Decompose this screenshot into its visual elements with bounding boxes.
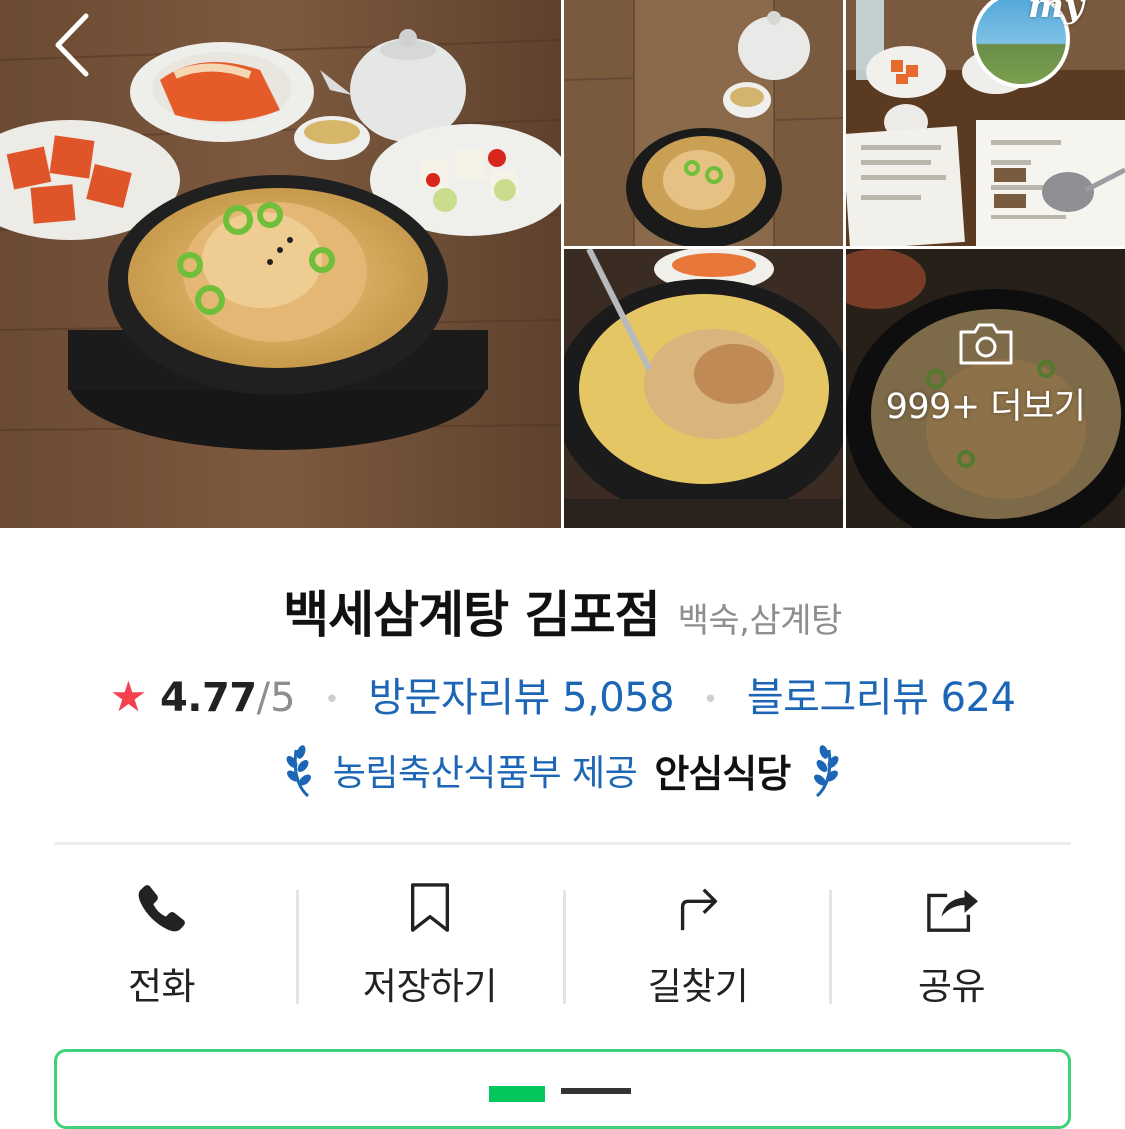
rating-max: /5 [256,675,296,721]
directions-button[interactable]: 길찾기 [566,870,830,1010]
gallery-photo-4[interactable] [564,249,843,528]
separator-dot: • [702,685,719,715]
more-photos-label: 999+ 더보기 [885,387,1086,427]
more-photos-button[interactable]: 999+ 더보기 [846,249,1125,528]
rating-score: 4.77 [159,675,257,721]
share-label: 공유 [917,965,986,1008]
phone-icon [138,885,185,932]
directions-icon [680,888,718,931]
place-name: 백세삼계탕 김포점 [283,586,660,644]
chevron-left-icon [55,13,89,77]
place-title-row: 백세삼계탕 김포점 백숙,삼계탕 [0,575,1125,647]
badge-provider: 농림축산식품부 제공 [332,753,638,794]
call-button[interactable]: 전화 [54,870,269,1010]
place-category: 백숙,삼계탕 [677,601,843,641]
safe-restaurant-badge[interactable]: 농림축산식품부 제공 안심식당 [0,742,1125,798]
visitor-review-link[interactable]: 방문자리뷰 5,058 [368,675,674,721]
my-label: my [1028,0,1084,26]
divider [54,842,1071,845]
blog-review-link[interactable]: 블로그리뷰 624 [747,675,1016,721]
bookmark-icon [410,883,450,932]
share-button[interactable]: 공유 [832,870,1071,1010]
laurel-right-icon [814,745,839,798]
call-label: 전화 [127,965,196,1008]
laurel-left-icon [286,745,311,798]
back-button[interactable] [46,10,102,80]
photo-gallery: 999+ 더보기 my [0,0,1125,528]
save-label: 저장하기 [362,965,498,1008]
naver-booking-box[interactable] [54,1049,1071,1129]
star-icon: ★ [109,672,148,721]
separator-dot: • [324,685,340,715]
share-icon [926,889,978,932]
action-bar: 전화 저장하기 길찾기 공유 [54,870,1071,1010]
rating-row: ★ 4.77/5 • 방문자리뷰 5,058 • 블로그리뷰 624 [0,665,1125,723]
naver-logo-icon [489,1086,545,1102]
save-button[interactable]: 저장하기 [299,870,561,1010]
gallery-photo-2[interactable] [564,0,843,246]
booking-label-partial [561,1088,631,1094]
camera-icon [959,323,1012,365]
badge-label: 안심식당 [654,751,791,796]
directions-label: 길찾기 [647,965,749,1008]
